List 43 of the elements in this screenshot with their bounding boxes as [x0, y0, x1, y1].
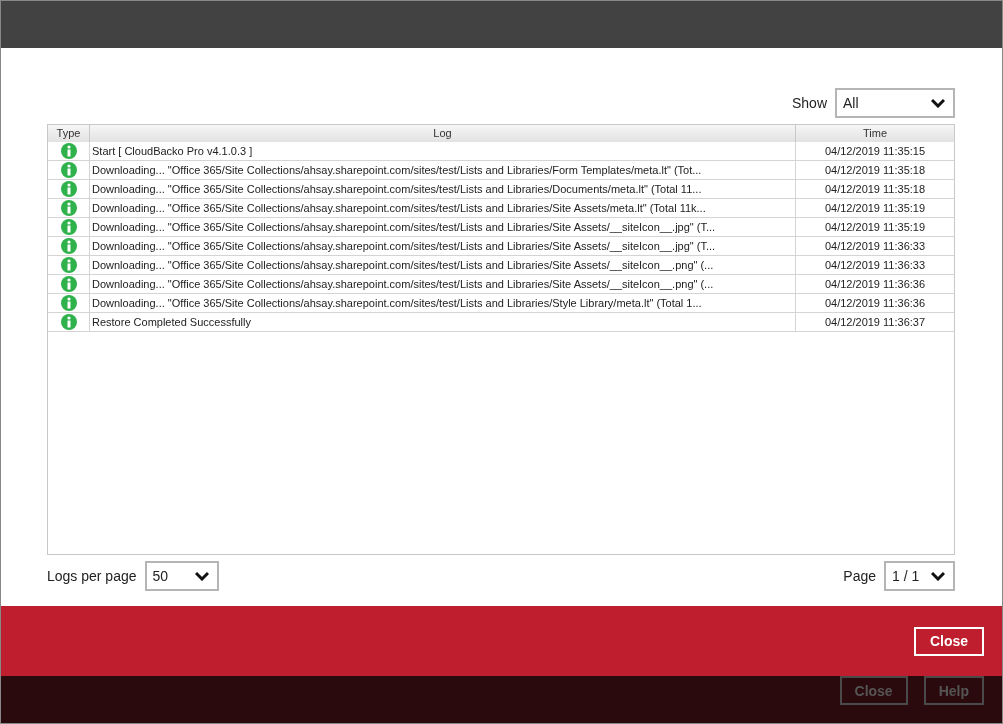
column-header[interactable]: Time — [795, 125, 954, 142]
time-cell: 04/12/2019 11:35:18 — [795, 161, 954, 179]
column-header[interactable]: Log — [89, 125, 795, 142]
time-cell: 04/12/2019 11:36:36 — [795, 294, 954, 312]
show-dropdown[interactable]: All — [835, 88, 955, 118]
info-icon — [60, 143, 77, 159]
logs-per-page-label: Logs per page — [47, 568, 137, 584]
info-icon — [60, 200, 77, 216]
column-header[interactable]: Type — [48, 125, 89, 142]
time-cell: 04/12/2019 11:36:36 — [795, 275, 954, 293]
log-cell: Downloading... "Office 365/Site Collections/ahsay.sharepoint.com/sites/test/Lists and Libraries/Documents/meta.lt" (Total 11... — [89, 180, 795, 198]
info-icon — [60, 295, 77, 311]
time-cell: 04/12/2019 11:35:15 — [795, 142, 954, 160]
info-icon — [60, 181, 77, 197]
log-cell: Downloading... "Office 365/Site Collections/ahsay.sharepoint.com/sites/test/Lists and Libraries/Form Templates/meta.lt" (Tot... — [89, 161, 795, 179]
caret-icon — [931, 571, 945, 581]
time-cell: 04/12/2019 11:36:33 — [795, 237, 954, 255]
log-cell: Downloading... "Office 365/Site Collections/ahsay.sharepoint.com/sites/test/Lists and Libraries/Site Assets/meta.lt" (Total 11k... — [89, 199, 795, 217]
close-button[interactable]: Close — [913, 626, 984, 656]
log-cell: Downloading... "Office 365/Site Collections/ahsay.sharepoint.com/sites/test/Lists and Libraries/Site Assets/__siteIcon__.png" (... — [89, 256, 795, 274]
info-icon — [60, 238, 77, 254]
time-cell: 04/12/2019 11:35:19 — [795, 199, 954, 217]
logs-per-page-dropdown[interactable]: 50 — [144, 561, 219, 591]
log-cell: Downloading... "Office 365/Site Collections/ahsay.sharepoint.com/sites/test/Lists and Libraries/Site Assets/__siteIcon__.jpg" (T... — [89, 237, 795, 255]
info-icon — [60, 257, 77, 273]
show-label: Show — [791, 95, 827, 111]
page-label: Page — [843, 568, 876, 584]
caret-icon — [194, 571, 209, 581]
log-cell: Start [ CloudBacko Pro v4.1.0.3 ] — [89, 142, 795, 160]
log-cell: Restore Completed Successfully — [89, 313, 795, 331]
info-icon — [60, 162, 77, 178]
time-cell: 04/12/2019 11:35:19 — [795, 218, 954, 236]
info-icon — [60, 276, 77, 292]
caret-icon — [931, 98, 945, 108]
time-cell: 04/12/2019 11:35:18 — [795, 180, 954, 198]
time-cell: 04/12/2019 11:36:33 — [795, 256, 954, 274]
page-dropdown[interactable]: 1 / 1 — [884, 561, 955, 591]
log-cell: Downloading... "Office 365/Site Collections/ahsay.sharepoint.com/sites/test/Lists and Libraries/Style Library/meta.lt" (Total 1... — [89, 294, 795, 312]
log-cell: Downloading... "Office 365/Site Collections/ahsay.sharepoint.com/sites/test/Lists and Libraries/Site Assets/__siteIcon__.jpg" (T... — [89, 218, 795, 236]
log-cell: Downloading... "Office 365/Site Collections/ahsay.sharepoint.com/sites/test/Lists and Libraries/Site Assets/__siteIcon__.png" (... — [89, 275, 795, 293]
time-cell: 04/12/2019 11:36:37 — [795, 313, 954, 331]
info-icon — [60, 314, 77, 330]
info-icon — [60, 219, 77, 235]
